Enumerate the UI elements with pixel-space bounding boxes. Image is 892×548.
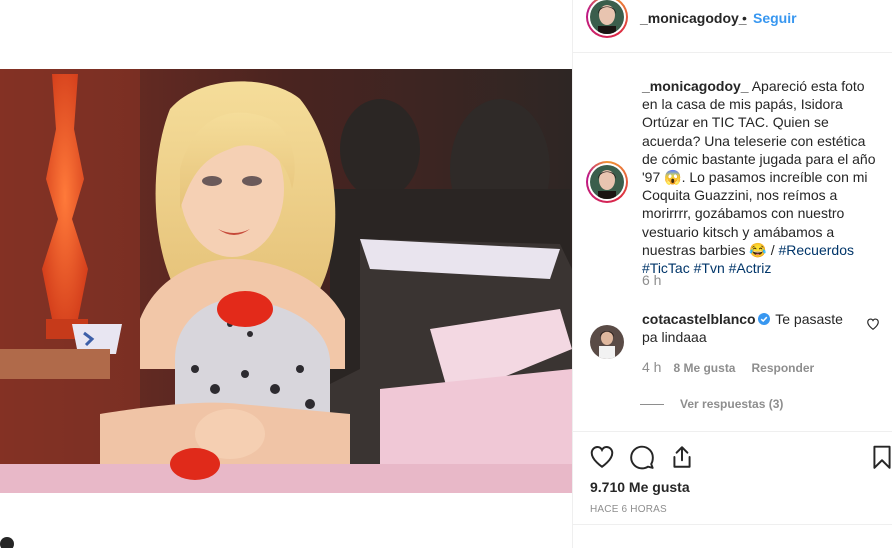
caption-body: Apareció esta foto en la casa de mis pap… — [642, 78, 876, 258]
hashtag[interactable]: #Recuerdos — [779, 242, 855, 258]
author-username[interactable]: _monicagodoy_ — [640, 10, 747, 26]
author-avatar[interactable] — [586, 0, 628, 38]
hashtag[interactable]: #Actriz — [729, 260, 772, 276]
hashtag[interactable]: #Tvn — [694, 260, 725, 276]
commenter-avatar[interactable] — [590, 325, 624, 359]
caption-username[interactable]: _monicagodoy_ — [642, 78, 749, 94]
share-icon[interactable] — [669, 444, 695, 470]
bookmark-icon[interactable] — [869, 444, 892, 470]
separator-dot: • — [742, 10, 747, 26]
verified-badge-icon — [757, 313, 770, 325]
comment-likes[interactable]: 8 Me gusta — [673, 361, 735, 375]
post-header: _monicagodoy_ • Seguir — [573, 0, 892, 53]
action-bar: 9.710 Me gusta HACE 6 HORAS — [573, 431, 892, 548]
heart-icon[interactable] — [589, 444, 615, 470]
divider — [573, 524, 892, 525]
caption-text: _monicagodoy_ Apareció esta foto en la c… — [642, 77, 882, 277]
comment-timestamp[interactable]: 4 h — [642, 359, 661, 375]
post-photo-illustration — [0, 69, 572, 493]
comment-icon[interactable] — [629, 444, 655, 470]
caption-avatar[interactable] — [586, 161, 628, 203]
author-avatar-image — [590, 0, 624, 34]
likes-count[interactable]: 9.710 Me gusta — [590, 479, 690, 495]
post-photo[interactable] — [0, 69, 572, 493]
follow-button[interactable]: Seguir — [753, 10, 797, 26]
view-replies-button[interactable]: Ver respuestas (3) — [640, 397, 783, 411]
caption-timestamp[interactable]: 6 h — [642, 272, 661, 288]
comment-meta: 4 h 8 Me gusta Responder — [642, 359, 814, 375]
view-replies-label: Ver respuestas (3) — [680, 397, 784, 411]
caption-avatar-image — [590, 165, 624, 199]
comment-text: cotacastelblanco Te pasaste pa lindaaa — [642, 310, 862, 346]
post-timestamp[interactable]: HACE 6 HORAS — [590, 504, 667, 515]
comment-like-heart-icon[interactable] — [866, 317, 880, 331]
carousel-indicator — [0, 537, 14, 548]
reply-button[interactable]: Responder — [751, 361, 814, 375]
commenter-username[interactable]: cotacastelblanco — [642, 311, 756, 327]
post-sidebar: _monicagodoy_ • Seguir _monicagodoy_ Apa… — [572, 0, 892, 548]
post-media-pane — [0, 0, 572, 548]
replies-divider — [640, 403, 664, 405]
